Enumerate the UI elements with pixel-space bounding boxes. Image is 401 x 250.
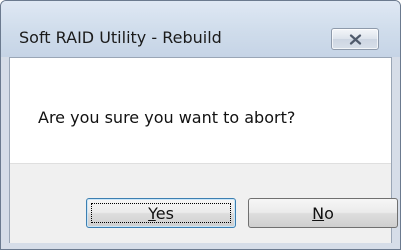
no-mnemonic: N <box>312 203 325 223</box>
dialog-message: Are you sure you want to abort? <box>38 108 296 127</box>
yes-button-label: Yes <box>148 204 174 223</box>
window-title: Soft RAID Utility - Rebuild <box>19 28 222 47</box>
yes-mnemonic: Y <box>148 203 156 223</box>
title-bar[interactable]: Soft RAID Utility - Rebuild <box>1 1 400 57</box>
yes-label-rest: es <box>155 203 174 223</box>
button-bar: Yes No <box>10 163 398 243</box>
no-button[interactable]: No <box>248 198 398 228</box>
dialog-window: Soft RAID Utility - Rebuild Are you sure… <box>0 0 401 250</box>
yes-button[interactable]: Yes <box>86 198 236 228</box>
close-icon <box>349 34 362 45</box>
no-label-rest: o <box>324 203 334 223</box>
no-button-label: No <box>312 204 334 223</box>
close-button[interactable] <box>331 28 379 50</box>
message-area: Are you sure you want to abort? <box>10 58 391 163</box>
dialog-client-area: Are you sure you want to abort? Yes No <box>9 57 398 243</box>
